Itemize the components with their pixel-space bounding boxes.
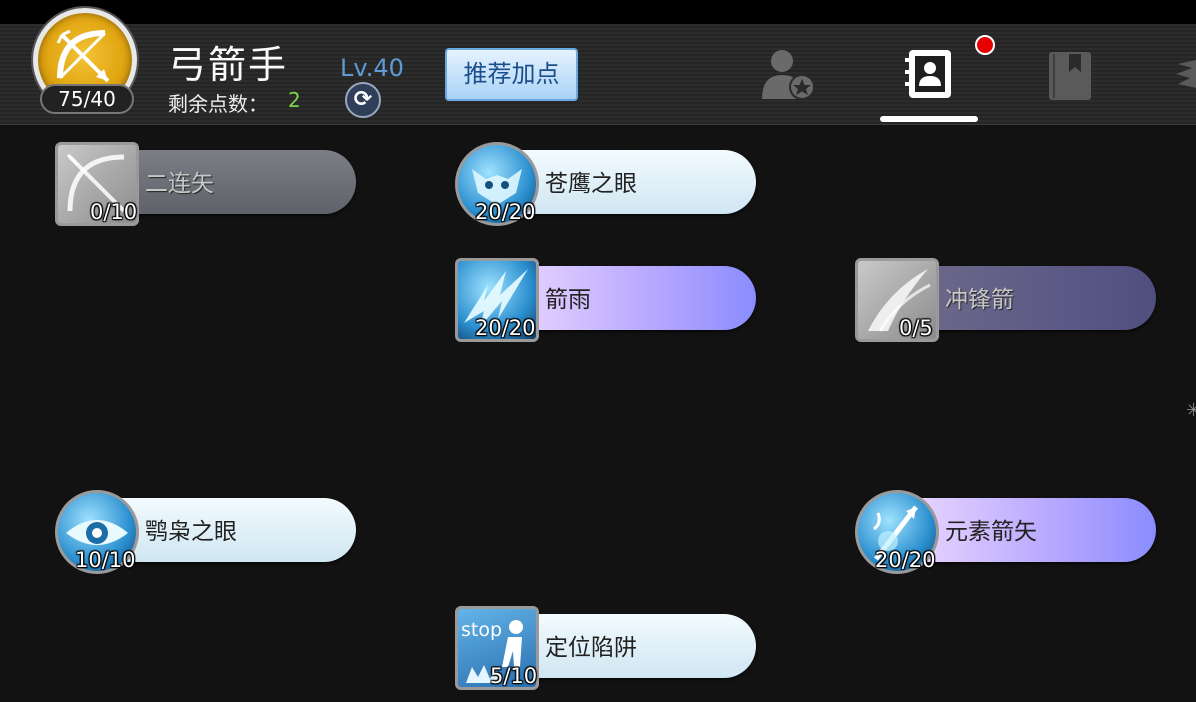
skill-name: 鹗枭之眼 — [145, 519, 237, 545]
skill-points-counter: 75/40 — [40, 84, 134, 114]
skill-hawk-eye[interactable]: 苍鹰之眼 20/20 — [455, 142, 760, 232]
notification-dot — [975, 35, 995, 55]
skill-name: 定位陷阱 — [545, 635, 637, 661]
top-status-strip — [0, 0, 1196, 24]
skill-elemental-arrow[interactable]: 元素箭矢 20/20 — [855, 490, 1160, 580]
bow-arrow-icon — [56, 29, 110, 83]
skill-header: 75/40 弓箭手 剩余点数： 2 Lv.40 ⟳ 推荐加点 — [0, 8, 1196, 125]
skill-level: 0/10 — [90, 200, 138, 224]
skill-level: 0/5 — [899, 316, 933, 340]
edge-sparkle-icon: ✳ — [1186, 400, 1196, 421]
active-tab-indicator — [880, 116, 978, 122]
class-name: 弓箭手 — [168, 43, 289, 87]
skill-name: 元素箭矢 — [945, 519, 1037, 545]
skill-arrow-rain[interactable]: 箭雨 20/20 — [455, 258, 760, 348]
refresh-icon: ⟳ — [353, 87, 373, 112]
skill-level: 5/10 — [490, 664, 538, 688]
skill-stop-trap[interactable]: 定位陷阱 stop 5/10 — [455, 606, 760, 696]
skill-name: 冲锋箭 — [945, 287, 1014, 313]
contact-book-icon[interactable] — [905, 48, 957, 100]
skill-name: 箭雨 — [545, 287, 591, 313]
skill-name: 苍鹰之眼 — [545, 171, 637, 197]
skill-level: 10/10 — [75, 548, 136, 572]
skill-level: 20/20 — [475, 316, 536, 340]
skill-double-arrow[interactable]: 二连矢 0/10 — [55, 142, 360, 232]
remaining-points-label: 剩余点数： — [168, 92, 268, 116]
bookmark-book-icon[interactable] — [1047, 50, 1093, 102]
skill-level: 20/20 — [875, 548, 936, 572]
remaining-points-value: 2 — [288, 88, 301, 112]
character-level: Lv.40 — [340, 54, 404, 82]
recommend-points-button[interactable]: 推荐加点 — [445, 48, 578, 101]
wing-icon[interactable] — [1172, 54, 1196, 98]
skill-owl-eye[interactable]: 鹗枭之眼 10/10 — [55, 490, 360, 580]
skill-charge-arrow[interactable]: 冲锋箭 0/5 — [855, 258, 1160, 348]
skill-level: 20/20 — [475, 200, 536, 224]
reset-refresh-button[interactable]: ⟳ — [345, 82, 381, 118]
skill-name: 二连矢 — [145, 171, 214, 197]
user-star-icon[interactable] — [760, 47, 816, 101]
